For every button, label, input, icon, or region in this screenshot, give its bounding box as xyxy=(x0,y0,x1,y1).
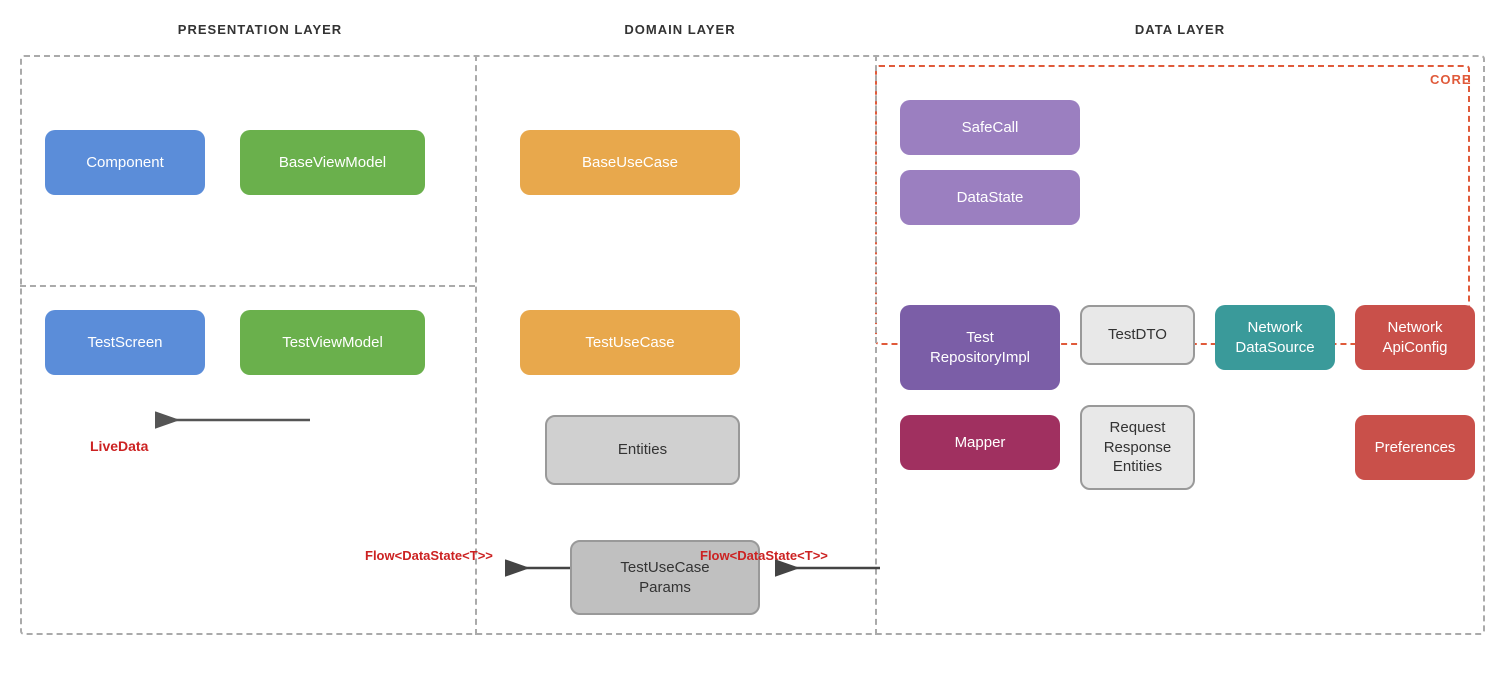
node-component: Component xyxy=(45,130,205,195)
domain-layer-label: DOMAIN LAYER xyxy=(500,22,860,37)
presentation-layer-label: PRESENTATION LAYER xyxy=(60,22,460,37)
node-entities: Entities xyxy=(545,415,740,485)
node-mapper: Mapper xyxy=(900,415,1060,470)
core-label: CORE xyxy=(1430,72,1472,87)
node-testusecase: TestUseCase xyxy=(520,310,740,375)
node-networkdatasource: Network DataSource xyxy=(1215,305,1335,370)
flow-label-left: Flow<DataState<T>> xyxy=(365,548,493,563)
diagram-container: PRESENTATION LAYER DOMAIN LAYER DATA LAY… xyxy=(0,0,1511,679)
node-testviewmodel: TestViewModel xyxy=(240,310,425,375)
node-baseusecase: BaseUseCase xyxy=(520,130,740,195)
livedata-label: LiveData xyxy=(90,438,148,454)
node-testrepositoryimpl: Test RepositoryImpl xyxy=(900,305,1060,390)
node-preferences: Preferences xyxy=(1355,415,1475,480)
node-testdto: TestDTO xyxy=(1080,305,1195,365)
node-requestresponseentities: Request Response Entities xyxy=(1080,405,1195,490)
flow-label-right: Flow<DataState<T>> xyxy=(700,548,828,563)
node-testscreen: TestScreen xyxy=(45,310,205,375)
data-layer-label: DATA LAYER xyxy=(900,22,1460,37)
node-safecall: SafeCall xyxy=(900,100,1080,155)
horizontal-divider-presentation xyxy=(20,285,475,287)
node-datastate: DataState xyxy=(900,170,1080,225)
node-networkapiconfig: Network ApiConfig xyxy=(1355,305,1475,370)
node-baseviewmodel: BaseViewModel xyxy=(240,130,425,195)
vertical-divider-2 xyxy=(875,55,877,635)
